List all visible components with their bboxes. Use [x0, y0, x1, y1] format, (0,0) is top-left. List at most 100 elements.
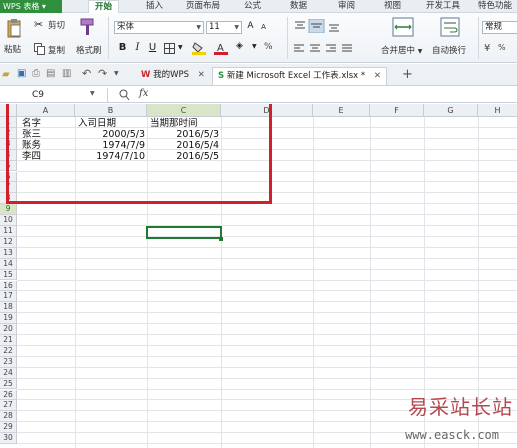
italic-button[interactable]: I	[132, 42, 143, 53]
close-icon[interactable]: ✕	[374, 71, 381, 81]
font-name-select[interactable]: 宋体 ▼	[114, 21, 204, 34]
merge-center-button[interactable]: 合并居中 ▼	[381, 44, 422, 56]
tab-insert[interactable]: 插入	[146, 0, 163, 13]
chevron-down-icon[interactable]: ▼	[114, 70, 119, 77]
tab-review[interactable]: 审阅	[338, 0, 355, 13]
chevron-down-icon: ▼	[196, 24, 201, 31]
print-icon[interactable]: ⎙	[32, 68, 40, 79]
wrap-text-button[interactable]: 自动换行	[432, 44, 466, 56]
row-header-16[interactable]: 16	[0, 280, 17, 292]
row-header-12[interactable]: 12	[0, 236, 17, 248]
row-header-22[interactable]: 22	[0, 345, 17, 357]
paste-button[interactable]: 粘贴	[4, 43, 21, 55]
tab-start[interactable]: 开始	[88, 0, 120, 14]
app-menu-button[interactable]: WPS 表格 ▾	[0, 0, 62, 13]
chevron-down-icon[interactable]: ▼	[90, 90, 95, 97]
row-header-10[interactable]: 10	[0, 215, 17, 226]
cut-button[interactable]: 剪切	[48, 19, 65, 31]
column-header-g[interactable]: G	[424, 104, 478, 117]
borders-icon[interactable]	[164, 43, 176, 54]
font-size-select[interactable]: 11 ▼	[206, 21, 242, 34]
gridline	[17, 301, 517, 303]
decrease-font-icon[interactable]: A	[258, 23, 269, 31]
undo-icon[interactable]: ↶	[82, 67, 91, 80]
merge-center-icon[interactable]	[392, 17, 414, 37]
column-header-e[interactable]: E	[313, 104, 370, 117]
row-header-28[interactable]: 28	[0, 411, 17, 423]
row-header-19[interactable]: 19	[0, 313, 17, 325]
copy-icon[interactable]	[34, 43, 46, 55]
currency-button[interactable]: ¥	[484, 43, 490, 54]
gridline	[17, 225, 517, 226]
percent-button[interactable]: %	[498, 43, 506, 52]
increase-font-icon[interactable]: A	[245, 21, 256, 31]
underline-button[interactable]: U	[147, 42, 158, 53]
gridline	[17, 421, 517, 423]
gridline	[17, 334, 517, 335]
row-header-30[interactable]: 30	[0, 433, 17, 444]
number-format-select[interactable]: 常规	[482, 21, 517, 34]
scissors-icon[interactable]: ✂	[34, 18, 43, 31]
percent-style-button[interactable]: %	[264, 42, 273, 52]
active-cell-selection[interactable]	[146, 226, 222, 239]
open-folder-icon[interactable]: ▰	[2, 69, 10, 80]
export-pdf-icon[interactable]: ▥	[62, 68, 71, 79]
horizontal-align-group[interactable]	[293, 43, 365, 55]
tab-data[interactable]: 数据	[290, 0, 307, 13]
row-header-27[interactable]: 27	[0, 400, 17, 412]
fill-color-icon[interactable]	[192, 41, 206, 55]
copy-button[interactable]: 复制	[48, 44, 65, 56]
paste-icon[interactable]	[5, 19, 23, 39]
tab-view[interactable]: 视图	[384, 0, 401, 13]
column-header-h[interactable]: H	[478, 104, 517, 117]
row-header-23[interactable]: 23	[0, 356, 17, 368]
doc-tab-my-wps[interactable]: W 我的WPS ✕	[136, 67, 210, 85]
row-header-14[interactable]: 14	[0, 258, 17, 270]
column-header-f[interactable]: F	[370, 104, 424, 117]
format-painter-button[interactable]: 格式刷	[76, 44, 102, 56]
font-color-icon[interactable]: A	[214, 41, 228, 55]
row-header-9[interactable]: 9	[0, 204, 17, 216]
clear-format-icon[interactable]: ◈	[236, 41, 243, 51]
fx-button[interactable]: fx	[139, 88, 148, 99]
gridline	[17, 388, 517, 390]
gridline	[17, 443, 517, 444]
doc-tab-label: 我的WPS	[153, 70, 190, 80]
wrap-text-icon[interactable]	[440, 17, 460, 37]
row-header-21[interactable]: 21	[0, 335, 17, 346]
row-header-29[interactable]: 29	[0, 422, 17, 434]
fill-handle[interactable]	[219, 237, 223, 241]
row-header-26[interactable]: 26	[0, 389, 17, 401]
ribbon-separator	[108, 17, 109, 59]
close-icon[interactable]: ✕	[198, 70, 205, 80]
bold-button[interactable]: B	[117, 42, 128, 53]
chevron-down-icon[interactable]: ▼	[252, 43, 257, 50]
chevron-down-icon[interactable]: ▼	[178, 44, 183, 51]
tab-formulas[interactable]: 公式	[244, 0, 261, 13]
doc-tab-workbook[interactable]: S 新建 Microsoft Excel 工作表.xlsx * ✕	[212, 67, 387, 85]
format-painter-icon[interactable]	[79, 17, 97, 37]
redo-icon[interactable]: ↷	[98, 67, 107, 80]
row-header-11[interactable]: 11	[0, 226, 17, 237]
gridline	[313, 117, 314, 448]
row-header-20[interactable]: 20	[0, 324, 17, 335]
new-tab-button[interactable]: +	[402, 67, 413, 82]
zoom-icon[interactable]	[119, 89, 130, 101]
gridline	[370, 117, 371, 448]
vertical-align-group[interactable]	[293, 19, 365, 33]
row-header-24[interactable]: 24	[0, 367, 17, 379]
chevron-down-icon: ▼	[234, 24, 239, 31]
row-header-17[interactable]: 17	[0, 291, 17, 303]
tab-page-layout[interactable]: 页面布局	[186, 0, 220, 13]
gridline	[17, 355, 517, 357]
chevron-down-icon: ▾	[41, 2, 46, 11]
save-icon[interactable]: ▣	[17, 68, 26, 79]
tab-developer[interactable]: 开发工具	[426, 0, 460, 13]
row-header-15[interactable]: 15	[0, 269, 17, 281]
formula-input[interactable]	[156, 88, 516, 102]
tab-special[interactable]: 特色功能	[478, 0, 512, 13]
row-header-25[interactable]: 25	[0, 378, 17, 390]
print-preview-icon[interactable]: ▤	[46, 68, 55, 79]
row-header-18[interactable]: 18	[0, 302, 17, 314]
row-header-13[interactable]: 13	[0, 247, 17, 259]
